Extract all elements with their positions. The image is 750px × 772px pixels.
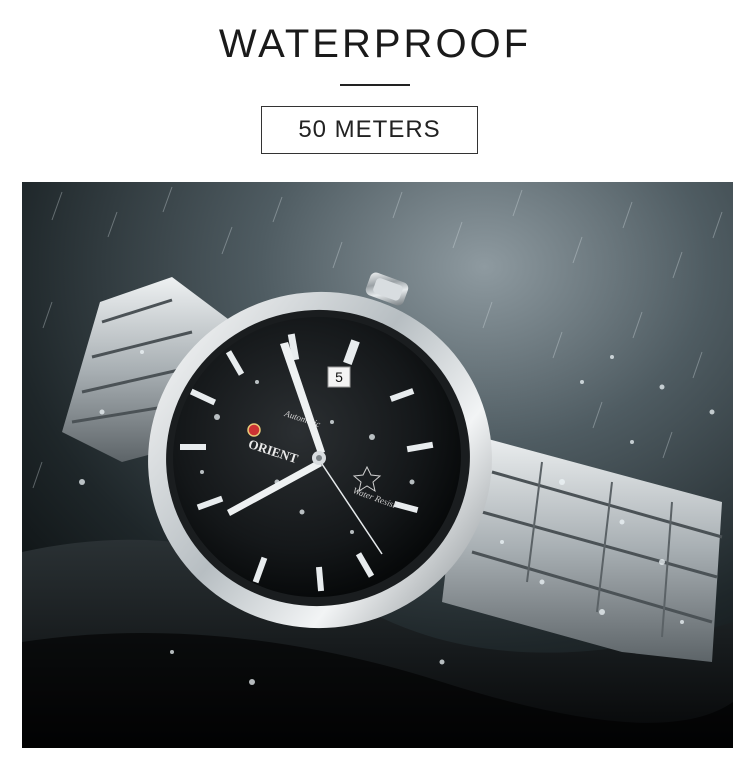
water-resistance-badge: 50 METERS (261, 106, 478, 154)
date-window-text: 5 (335, 369, 343, 385)
product-photo: 5 ORIENT Automatic Water Resist (22, 182, 733, 748)
page-title: WATERPROOF (218, 22, 532, 66)
title-divider (340, 84, 410, 86)
